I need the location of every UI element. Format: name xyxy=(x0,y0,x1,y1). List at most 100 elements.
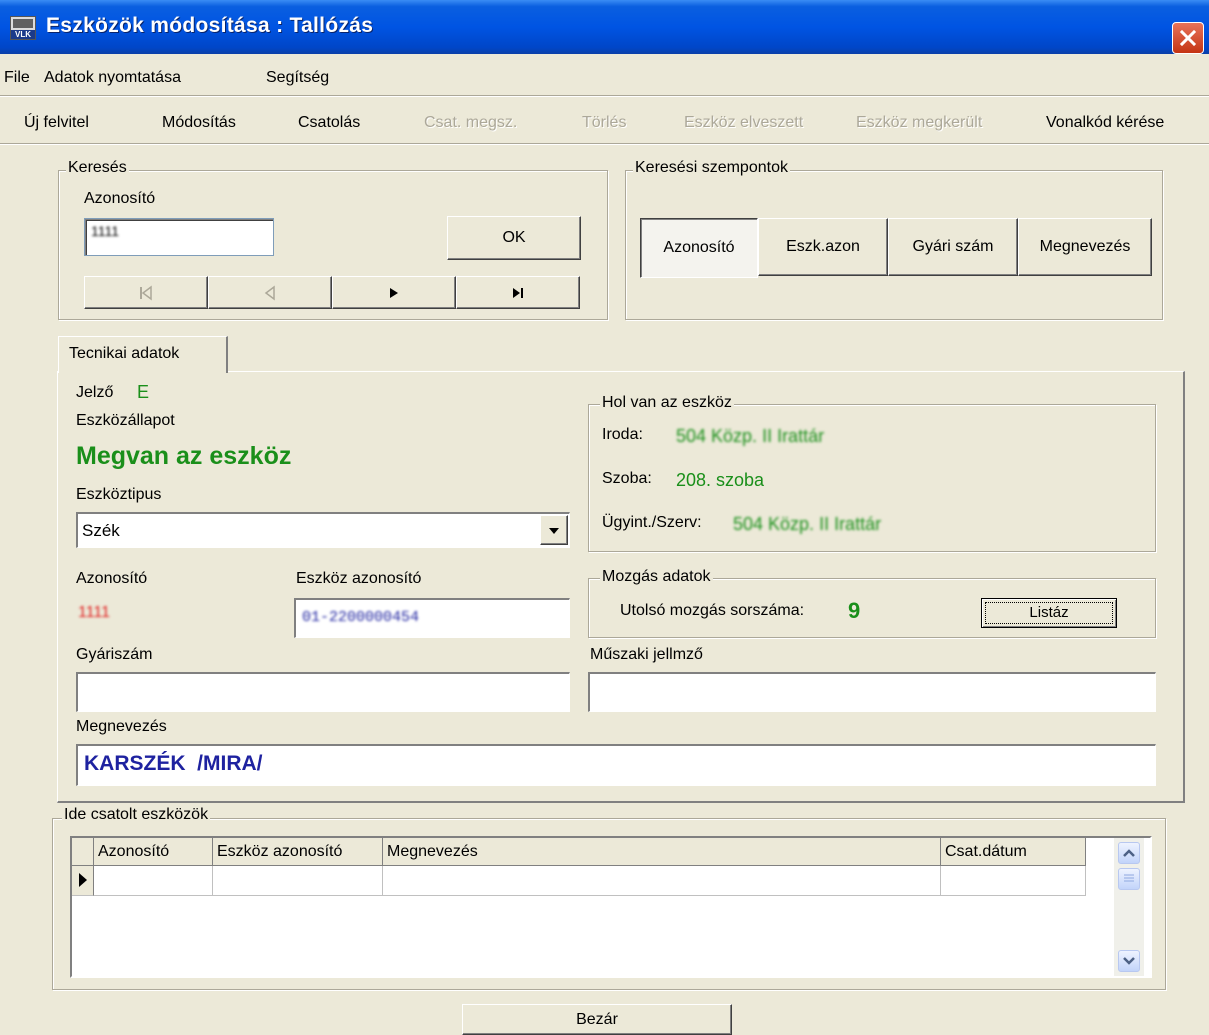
scroll-up-button[interactable] xyxy=(1118,842,1140,864)
grid-column-header[interactable]: Csat.dátum xyxy=(941,838,1086,866)
criteria-option-label: Gyári szám xyxy=(912,238,994,255)
criteria-option-label: Azonosító xyxy=(663,239,735,256)
criteria-option-label: Eszk.azon xyxy=(786,238,860,255)
first-record-button[interactable] xyxy=(84,276,208,309)
tech-spec-label: Műszaki jellmző xyxy=(590,646,703,663)
first-record-icon xyxy=(140,285,152,301)
jelzo-label: Jelző xyxy=(76,384,114,401)
chevron-down-icon xyxy=(549,528,559,534)
criteria-group-legend: Keresési szempontok xyxy=(633,159,790,177)
search-id-label: Azonosító xyxy=(84,190,156,207)
app-icon-text: VLK xyxy=(11,30,35,39)
last-movement-value: 9 xyxy=(848,598,861,623)
scroll-up-icon xyxy=(1123,849,1135,857)
last-record-button[interactable] xyxy=(456,276,580,309)
asset-lost-button[interactable]: Eszköz elveszett xyxy=(684,114,803,132)
grid-cell[interactable] xyxy=(94,866,213,896)
grid-column-header[interactable]: Eszköz azonosító xyxy=(213,838,383,866)
menu-separator xyxy=(0,95,1209,97)
grid-column-header[interactable]: Azonosító xyxy=(94,838,213,866)
jelzo-value: E xyxy=(137,382,150,402)
list-button-label: Listáz xyxy=(985,602,1113,624)
name-value: KARSZÉK /MIRA/ xyxy=(84,752,263,775)
asset-found-button[interactable]: Eszköz megkerült xyxy=(856,114,982,132)
modify-button[interactable]: Módosítás xyxy=(162,114,236,132)
asset-id-input[interactable]: 01-2200000454 xyxy=(294,598,570,638)
prev-record-button[interactable] xyxy=(208,276,332,309)
close-window-button[interactable] xyxy=(1172,22,1204,54)
grid-cell[interactable] xyxy=(213,866,383,896)
criteria-option-label: Megnevezés xyxy=(1039,238,1131,255)
grid-scrollbar[interactable] xyxy=(1114,838,1144,976)
next-record-button[interactable] xyxy=(332,276,456,309)
serial-label: Gyáriszám xyxy=(76,646,153,663)
name-input[interactable]: KARSZÉK /MIRA/ xyxy=(76,744,1156,786)
type-dropdown-button[interactable] xyxy=(540,515,568,545)
serial-value xyxy=(78,674,569,692)
agent-value-text: 504 Közp. II Irattár xyxy=(733,514,882,534)
office-label: Iroda: xyxy=(602,426,643,443)
office-value-text: 504 Közp. II Irattár xyxy=(676,426,825,446)
agent-label: Ügyint./Szerv: xyxy=(602,514,702,531)
list-movements-button[interactable]: Listáz xyxy=(981,598,1117,628)
scroll-grip-icon xyxy=(1124,874,1134,882)
agent-value: 504 Közp. II Irattár xyxy=(733,514,881,535)
asset-id-value: 01-2200000454 xyxy=(302,609,420,626)
criteria-option-id[interactable]: Azonosító xyxy=(640,218,758,278)
close-button[interactable]: Bezár xyxy=(462,1004,732,1035)
scroll-thumb[interactable] xyxy=(1118,868,1140,890)
grid-corner xyxy=(72,838,94,866)
window-title: Eszközök módosítása : Tallózás xyxy=(46,14,374,37)
grid-cell[interactable] xyxy=(383,866,941,896)
app-icon: VLK xyxy=(10,16,36,40)
menu-file[interactable]: File xyxy=(4,69,30,87)
search-id-input[interactable]: 1111 xyxy=(84,218,274,256)
last-record-icon xyxy=(513,288,523,298)
asset-id-label: Eszköz azonosító xyxy=(296,570,422,587)
grid-cell[interactable] xyxy=(941,866,1086,896)
name-label: Megnevezés xyxy=(76,718,167,735)
new-record-button[interactable]: Új felvitel xyxy=(24,114,89,132)
criteria-option-asset-id[interactable]: Eszk.azon xyxy=(758,218,888,276)
office-value: 504 Közp. II Irattár xyxy=(676,426,824,447)
tech-spec-input[interactable] xyxy=(588,672,1156,712)
type-select[interactable]: Szék xyxy=(76,512,570,548)
delete-button[interactable]: Törlés xyxy=(582,114,626,132)
location-group-legend: Hol van az eszköz xyxy=(600,394,734,412)
attached-group-legend: Ide csatolt eszközök xyxy=(62,806,211,824)
tech-spec-value xyxy=(590,674,1155,692)
ok-button[interactable]: OK xyxy=(447,216,581,260)
state-label: Eszközállapot xyxy=(76,412,175,429)
last-movement-label: Utolsó mozgás sorszáma: xyxy=(620,602,805,619)
prev-record-icon xyxy=(264,285,275,301)
menu-help[interactable]: Segítség xyxy=(266,69,329,87)
tab-technical-data[interactable]: Tecnikai adatok xyxy=(58,336,228,373)
id-value: 1111 xyxy=(78,604,111,621)
type-label: Eszköztipus xyxy=(76,486,162,503)
scroll-down-icon xyxy=(1123,957,1135,965)
toolbar-separator xyxy=(0,143,1209,145)
state-value: Megvan az eszköz xyxy=(76,442,292,470)
grid-row-indicator[interactable] xyxy=(72,866,94,896)
scroll-down-button[interactable] xyxy=(1118,950,1140,972)
room-value: 208. szoba xyxy=(676,470,765,490)
barcode-request-button[interactable]: Vonalkód kérése xyxy=(1046,114,1164,132)
search-group-legend: Keresés xyxy=(66,159,129,177)
attached-grid[interactable]: Azonosító Eszköz azonosító Megnevezés Cs… xyxy=(70,836,1152,978)
next-record-icon xyxy=(390,288,398,298)
menu-bar xyxy=(0,54,1209,93)
criteria-option-serial[interactable]: Gyári szám xyxy=(888,218,1018,276)
menu-print[interactable]: Adatok nyomtatása xyxy=(44,69,181,87)
room-label: Szoba: xyxy=(602,470,652,487)
id-label: Azonosító xyxy=(76,570,148,587)
attach-button[interactable]: Csatolás xyxy=(298,114,360,132)
close-x-icon xyxy=(1179,29,1197,47)
movement-group-legend: Mozgás adatok xyxy=(600,568,713,586)
serial-input[interactable] xyxy=(76,672,570,712)
type-selected-value: Szék xyxy=(82,521,120,540)
grid-column-header[interactable]: Megnevezés xyxy=(383,838,941,866)
criteria-option-name[interactable]: Megnevezés xyxy=(1018,218,1152,276)
detach-button[interactable]: Csat. megsz. xyxy=(424,114,517,132)
tab-label: Tecnikai adatok xyxy=(69,345,180,362)
search-id-value: 1111 xyxy=(91,223,120,239)
